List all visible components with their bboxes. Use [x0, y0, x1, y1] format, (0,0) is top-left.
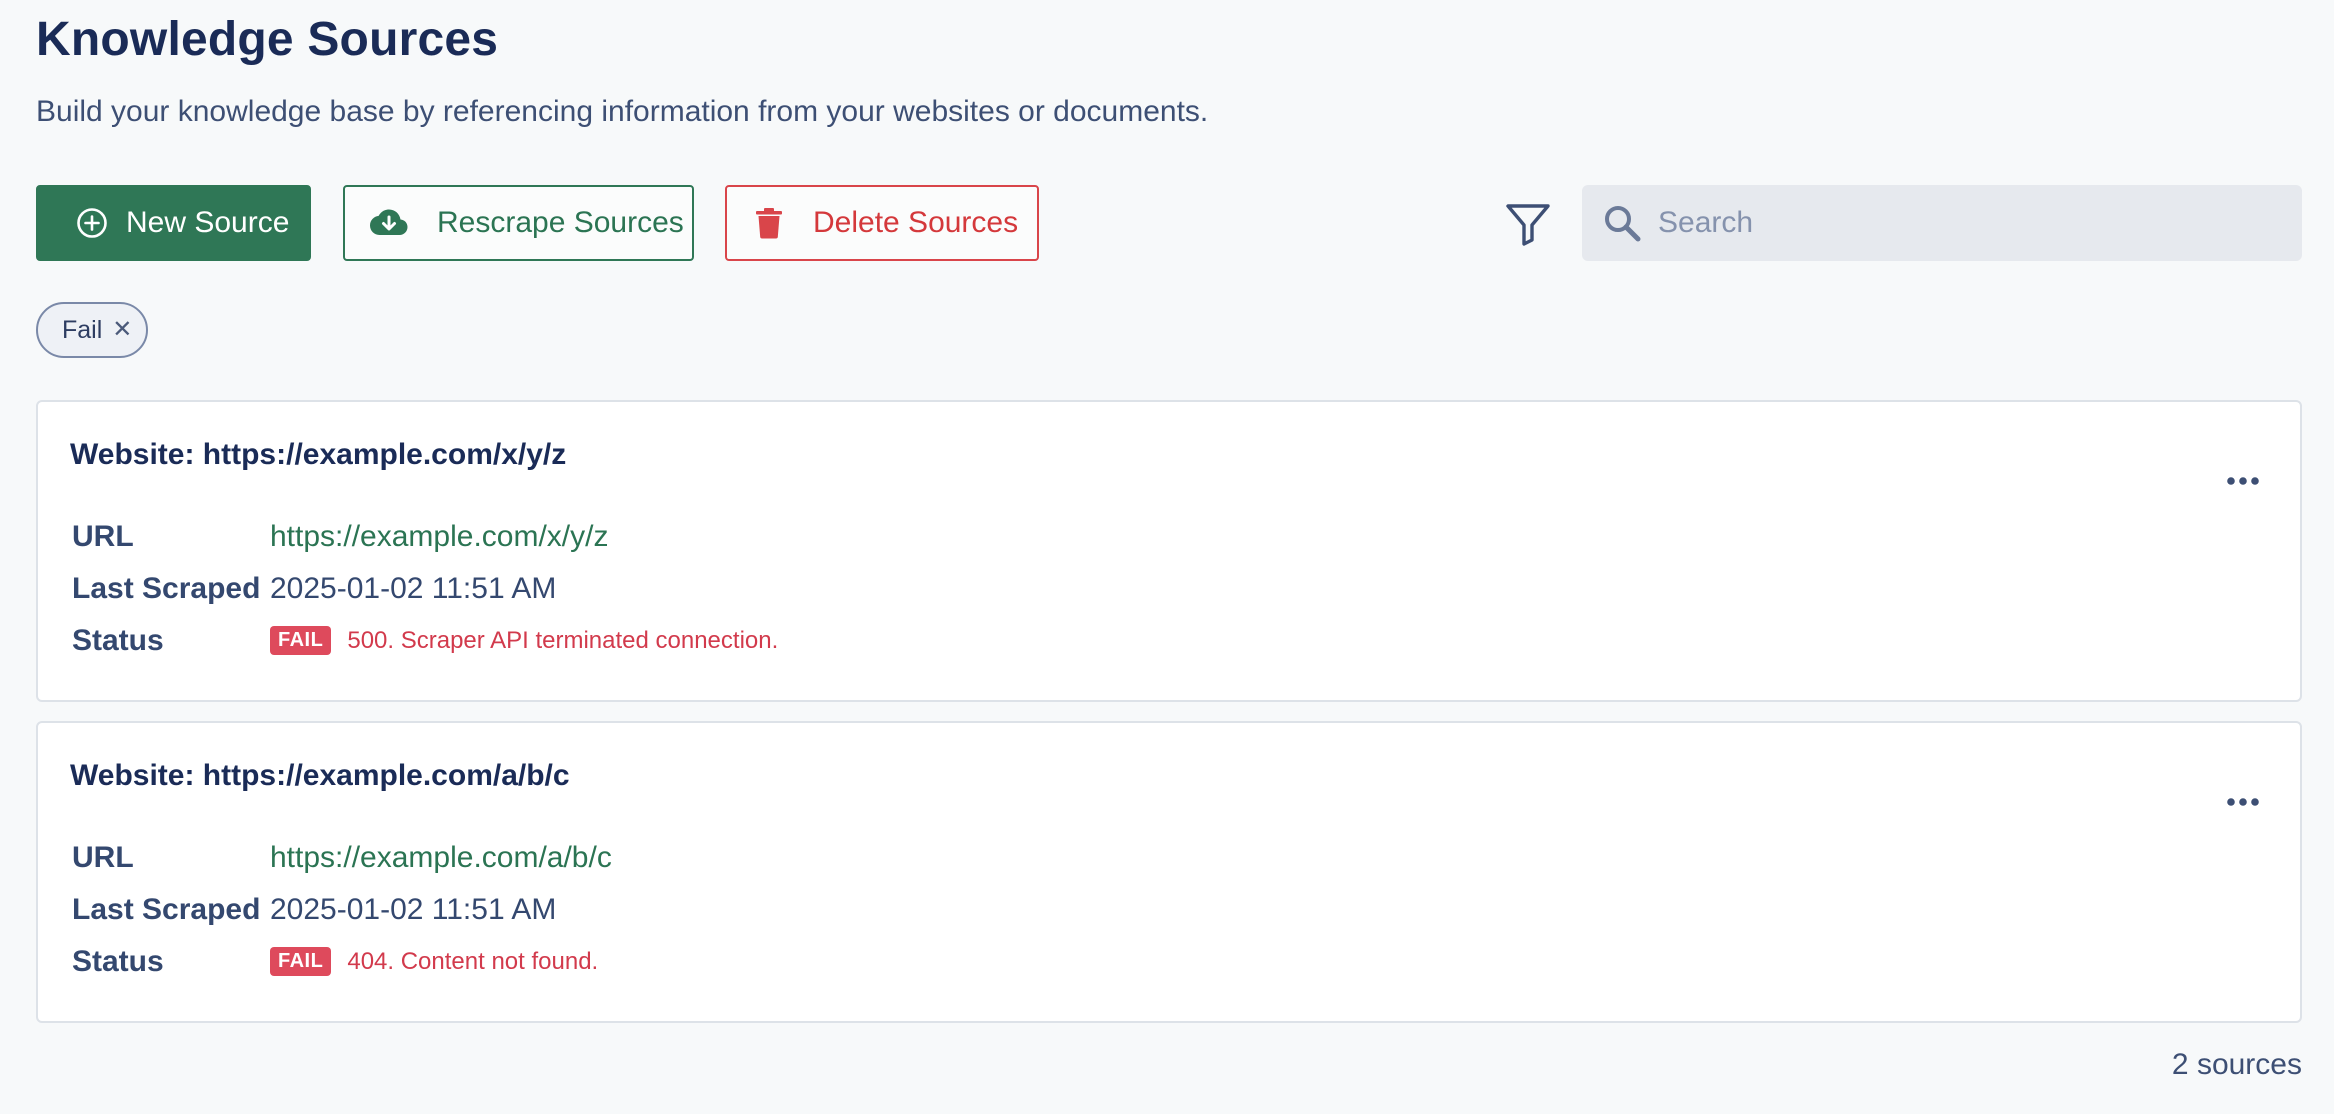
- last-scraped-value: 2025-01-02 11:51 AM: [270, 893, 557, 926]
- source-title: Website: https://example.com/a/b/c: [70, 759, 570, 792]
- url-value: https://example.com/a/b/c: [270, 841, 612, 875]
- status-message: 500. Scraper API terminated connection.: [347, 626, 779, 654]
- source-url-link[interactable]: https://example.com/a/b/c: [270, 841, 612, 874]
- filter-icon[interactable]: [1504, 200, 1552, 248]
- plus-circle-icon: [76, 207, 108, 239]
- status-value: FAIL 404. Content not found.: [270, 947, 598, 976]
- url-value: https://example.com/x/y/z: [270, 520, 608, 554]
- delete-sources-button[interactable]: Delete Sources: [725, 185, 1039, 261]
- status-value: FAIL 500. Scraper API terminated connect…: [270, 626, 778, 655]
- source-title: Website: https://example.com/x/y/z: [70, 438, 567, 471]
- url-label: URL: [72, 841, 134, 874]
- more-horizontal-icon[interactable]: [2226, 795, 2260, 809]
- filter-chip-fail: Fail ✕: [36, 302, 148, 358]
- page-title: Knowledge Sources: [36, 13, 499, 66]
- new-source-button[interactable]: New Source: [36, 185, 311, 261]
- search-icon: [1602, 203, 1642, 243]
- source-count: 2 sources: [2171, 1048, 2302, 1081]
- new-source-label: New Source: [126, 206, 290, 239]
- source-url-link[interactable]: https://example.com/x/y/z: [270, 520, 608, 553]
- trash-icon: [755, 207, 783, 239]
- last-scraped-label: Last Scraped: [72, 893, 261, 926]
- last-scraped-value: 2025-01-02 11:51 AM: [270, 572, 557, 605]
- filter-chip-label: Fail: [62, 315, 103, 344]
- search-box: [1582, 185, 2302, 261]
- status-label: Status: [72, 945, 164, 978]
- page-subtitle: Build your knowledge base by referencing…: [36, 95, 1209, 128]
- status-label: Status: [72, 624, 164, 657]
- cloud-download-icon: [369, 207, 409, 239]
- rescrape-sources-label: Rescrape Sources: [437, 206, 684, 239]
- status-badge: FAIL: [270, 947, 332, 976]
- url-label: URL: [72, 520, 134, 553]
- source-card: Website: https://example.com/a/b/c URL h…: [36, 721, 2302, 1023]
- search-input[interactable]: [1658, 185, 2278, 261]
- status-badge: FAIL: [270, 626, 332, 655]
- status-message: 404. Content not found.: [347, 947, 599, 975]
- close-icon[interactable]: ✕: [112, 318, 132, 342]
- source-card: Website: https://example.com/x/y/z URL h…: [36, 400, 2302, 702]
- more-horizontal-icon[interactable]: [2226, 474, 2260, 488]
- rescrape-sources-button[interactable]: Rescrape Sources: [343, 185, 694, 261]
- delete-sources-label: Delete Sources: [813, 206, 1019, 239]
- last-scraped-label: Last Scraped: [72, 572, 261, 605]
